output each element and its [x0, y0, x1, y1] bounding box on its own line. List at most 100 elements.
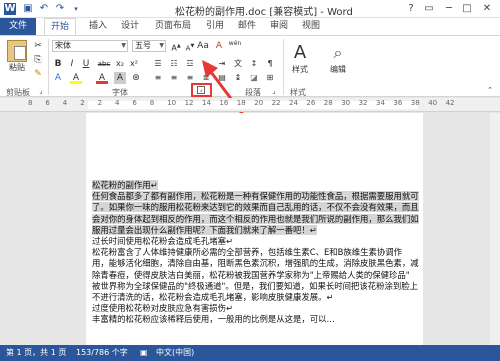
numbering-icon[interactable]: ☷	[168, 58, 180, 70]
document-line[interactable]: 丰富精的松花粉应该稀释后使用，一般用的比例是从这是，可以…	[92, 314, 419, 325]
tab-layout[interactable]: 页面布局	[150, 18, 196, 35]
line-text: 任何食品都多了都有副作用，松花粉是一种有保健作用的功能性食品，根据需要服用就可以	[92, 191, 419, 202]
document-page[interactable]: 松花粉的副作用↵ 任何食品都多了都有副作用，松花粉是一种有保健作用的功能性食品，根…	[86, 113, 423, 345]
char-shading-button[interactable]: A	[114, 72, 126, 84]
ruler-mark: 30	[341, 99, 351, 107]
proofing-icon[interactable]: ▣	[140, 345, 148, 361]
italic-button[interactable]: I	[66, 58, 78, 70]
divider	[283, 39, 284, 95]
paste-button[interactable]: 粘贴	[4, 40, 30, 73]
ruler[interactable]: 8 6 4 2 2 4 6 8 10 12 14 16 18 20 22 24 26 28 30 32 34 36 38 40…	[0, 98, 500, 112]
ruler-mark: 6	[45, 99, 50, 107]
language[interactable]: 中文(中国)	[156, 345, 194, 361]
tab-home[interactable]: 开始	[44, 18, 76, 35]
font-name-select[interactable]: 宋体 ▼	[52, 40, 128, 52]
clipboard-group-label: 剪贴板	[6, 88, 30, 97]
ruler-mark: 26	[306, 99, 316, 107]
font-group-label: 字体	[112, 88, 128, 97]
subscript-button[interactable]: x₂	[114, 58, 126, 70]
clear-format-icon[interactable]: A	[213, 40, 225, 52]
styles-icon: A	[293, 42, 307, 63]
line-text: 会对你的身体起到相反的作用，而这个相反的作用也就是我们所说的副作用，那么我们如果	[92, 213, 419, 224]
ribbon-display-button[interactable]: ▭	[420, 2, 438, 16]
line-text: 松花粉富含了人体维持健康所必需的全部营养，包括维生素C、E和B族维生素协调作	[92, 247, 403, 258]
ruler-mark: 36	[393, 99, 403, 107]
document-line[interactable]: 松花粉的副作用↵	[92, 180, 419, 191]
ribbon-tabs: 文件 开始 插入 设计 页面布局 引用 邮件 审阅 视图	[0, 18, 500, 35]
underline-button[interactable]: U	[80, 58, 92, 70]
customize-toolbar-icon[interactable]: ▾	[70, 3, 82, 15]
enclose-char-button[interactable]: ⊛	[130, 72, 142, 84]
document-line[interactable]: 会对你的身体起到相反的作用，而这个相反的作用也就是我们所说的副作用，那么我们如果	[92, 213, 419, 225]
ruler-mark: 8	[149, 99, 155, 107]
title-bar: W ▣ ↶ ↷ ▾ 松花粉的副作用.doc [兼容模式] - Word ? ▭ …	[0, 0, 500, 18]
save-icon[interactable]: ▣	[22, 3, 34, 15]
document-body[interactable]: 松花粉的副作用↵ 任何食品都多了都有副作用，松花粉是一种有保健作用的功能性食品，根…	[92, 180, 419, 326]
styles-button[interactable]: A 样式	[288, 42, 312, 75]
grow-font-icon[interactable]: A▲	[170, 40, 182, 53]
word-count[interactable]: 153/786 个字	[76, 345, 128, 361]
shrink-font-icon[interactable]: A▼	[184, 40, 196, 52]
document-line[interactable]: 任何食品都多了都有副作用，松花粉是一种有保健作用的功能性食品，根据需要服用就可以	[92, 191, 419, 202]
tab-references[interactable]: 引用	[202, 18, 228, 35]
ruler-mark: 6	[132, 99, 137, 107]
tab-design[interactable]: 设计	[116, 18, 144, 35]
highlight-button[interactable]: A	[70, 72, 82, 84]
ruler-mark: 10	[167, 99, 177, 107]
paste-label: 粘贴	[9, 63, 25, 72]
tab-view[interactable]: 视图	[298, 18, 324, 35]
document-line[interactable]: 用，能够活化细胞，清除自由基，阻断黑色素沉积，增强肌的生成，消除皮肤黑色素，减少…	[92, 258, 419, 269]
editing-button[interactable]: ⌕ 编辑	[326, 42, 350, 75]
close-button[interactable]: ✕	[478, 2, 496, 16]
format-painter-icon[interactable]: ✎	[32, 68, 44, 80]
line-text: 了。如果你一味的服用松花粉来达到它的效果而自己乱用的话，不仅不会没有效果，而且还	[92, 202, 419, 213]
strikethrough-button[interactable]: abc	[96, 58, 112, 70]
copy-icon[interactable]: ⎘	[32, 54, 44, 66]
maximize-button[interactable]: □	[458, 2, 476, 16]
multilevel-list-icon[interactable]: ☲	[184, 58, 196, 70]
help-button[interactable]: ?	[402, 2, 420, 16]
collapse-ribbon-icon[interactable]: ⌃	[484, 84, 496, 96]
tab-file[interactable]: 文件	[0, 18, 36, 35]
document-line[interactable]: 过长时间使用松花粉会造成毛孔堵塞↵	[92, 236, 419, 247]
bold-button[interactable]: B	[52, 58, 64, 70]
undo-icon[interactable]: ↶	[38, 3, 50, 15]
document-line[interactable]: 被世界称为全球保健品的"终极通道"。但是，我们要知道，如果长时间把该花粉涂到脸上…	[92, 281, 419, 292]
align-left-icon[interactable]: ≡	[152, 72, 164, 84]
vertical-scrollbar[interactable]	[490, 113, 500, 345]
font-size-select[interactable]: 五号 ▼	[132, 40, 166, 52]
line-text: 服用过量会出现什么副作用呢？下面我们就来了解一番吧！↵	[92, 224, 317, 235]
tab-insert[interactable]: 插入	[84, 18, 112, 35]
ruler-mark: 32	[358, 99, 368, 107]
line-text: 松花粉的副作用↵	[92, 180, 158, 190]
clipboard-launcher-icon[interactable]: ⌟	[35, 85, 47, 97]
line-text: 被世界称为全球保健品的"终极通道"。但是，我们要知道，如果长时间把该花粉涂到脸上…	[92, 280, 419, 291]
phonetic-guide-icon[interactable]: wén	[228, 38, 242, 50]
document-line[interactable]: 松花粉富含了人体维持健康所必需的全部营养，包括维生素C、E和B族维生素协调作	[92, 247, 419, 258]
document-line[interactable]: 了。如果你一味的服用松花粉来达到它的效果而自己乱用的话，不仅不会没有效果，而且还	[92, 202, 419, 213]
redo-icon[interactable]: ↷	[54, 3, 66, 15]
align-center-icon[interactable]: ≡	[168, 72, 180, 84]
document-line[interactable]: 除青春痘，使得皮肤洁白美丽，松花粉被我国营养学家称为"上帝赐给人类的保健珍品"	[92, 270, 419, 281]
document-line[interactable]: 过度使用松花粉对皮肤应急有害损伤↵	[92, 303, 419, 314]
ruler-mark: 42	[445, 99, 455, 107]
document-line[interactable]: 不进行清洗的话，松花粉会造成毛孔堵塞，影响皮肤健康发展。↵	[92, 292, 419, 303]
ruler-mark: 28	[323, 99, 333, 107]
document-line[interactable]: 服用过量会出现什么副作用呢？下面我们就来了解一番吧！↵	[92, 224, 419, 236]
cut-icon[interactable]: ✂	[32, 40, 44, 52]
change-case-icon[interactable]: Aa	[197, 40, 209, 52]
text-effects-button[interactable]: A	[52, 72, 64, 84]
ruler-mark: 14	[202, 99, 211, 107]
editing-label: 编辑	[330, 65, 346, 74]
superscript-button[interactable]: x²	[128, 58, 140, 70]
ruler-mark: 4	[62, 99, 68, 107]
page-count[interactable]: 第 1 页，共 1 页	[6, 345, 66, 361]
bullets-icon[interactable]: ☰	[152, 58, 164, 70]
tab-review[interactable]: 审阅	[266, 18, 292, 35]
line-text: 丰富精的松花粉应该稀释后使用，一般用的比例是从这是，可以…	[92, 314, 335, 325]
minimize-button[interactable]: ─	[440, 2, 458, 16]
font-color-button[interactable]: A	[96, 72, 108, 84]
window-title: 松花粉的副作用.doc [兼容模式] - Word	[175, 7, 353, 18]
tab-mailings[interactable]: 邮件	[234, 18, 260, 35]
ruler-mark: 16	[219, 99, 229, 107]
